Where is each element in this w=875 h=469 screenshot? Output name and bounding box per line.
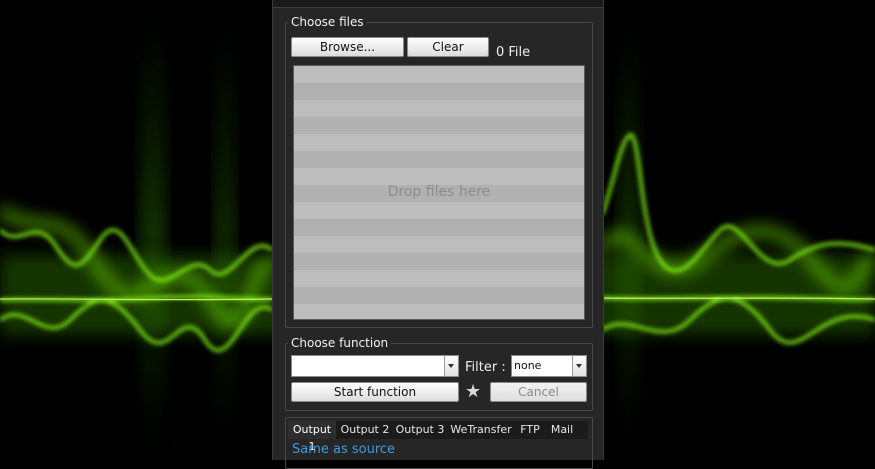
output-tabs: Output 1 Output 2 Output 3 WeTransfer FT… [288, 421, 588, 453]
tab-output-2[interactable]: Output 2 [340, 421, 390, 439]
chevron-down-icon [572, 356, 586, 376]
output-destination-link[interactable]: Same as source [292, 442, 395, 457]
cancel-button: Cancel [490, 382, 587, 402]
star-icon[interactable]: ★ [465, 383, 481, 401]
file-drop-zone[interactable]: Drop files here [293, 65, 585, 320]
drop-hint: Drop files here [387, 184, 491, 200]
panel-top-bar [273, 0, 603, 8]
converter-panel: Choose files Browse... Clear 0 File Drop… [272, 0, 604, 469]
tab-output-3[interactable]: Output 3 [395, 421, 445, 439]
filter-select-value: none [514, 359, 542, 372]
filter-select[interactable]: none [511, 355, 587, 377]
start-function-button[interactable]: Start function [291, 382, 459, 402]
tab-wetransfer[interactable]: WeTransfer [449, 421, 513, 439]
function-select[interactable] [291, 355, 459, 377]
choose-function-legend: Choose function [288, 336, 392, 350]
filter-label: Filter : [465, 360, 506, 375]
clear-button[interactable]: Clear [407, 37, 489, 57]
browse-button[interactable]: Browse... [291, 37, 404, 57]
file-count: 0 File [496, 45, 531, 60]
chevron-down-icon [444, 356, 458, 376]
tab-output-1[interactable]: Output 1 [288, 421, 336, 453]
tab-mail[interactable]: Mail [547, 421, 577, 439]
choose-files-legend: Choose files [288, 15, 367, 29]
tab-ftp[interactable]: FTP [517, 421, 543, 439]
